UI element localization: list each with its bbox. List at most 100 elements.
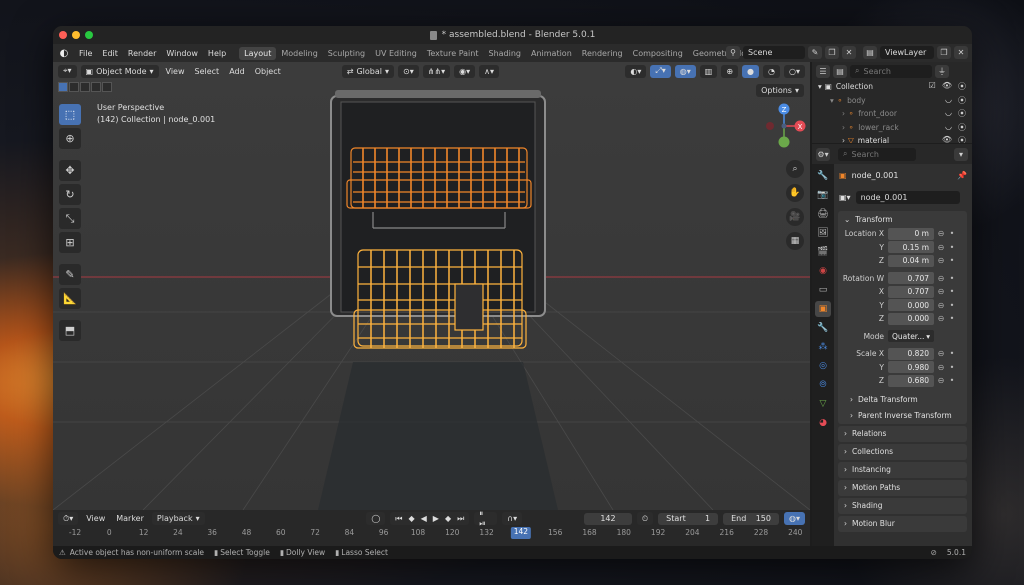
- stopwatch-icon[interactable]: ⏲: [636, 512, 654, 525]
- tab-uv-editing[interactable]: UV Editing: [370, 47, 422, 60]
- outliner-row-collection[interactable]: ▾ ▣ Collection ☑ 👁 ⦿: [812, 80, 972, 94]
- menu-file[interactable]: File: [74, 49, 97, 58]
- scene-tab-icon[interactable]: 🎬: [815, 244, 831, 260]
- keyframe-dot-icon[interactable]: •: [948, 349, 956, 358]
- scale-tool[interactable]: ⤡: [59, 208, 81, 229]
- object-name-field[interactable]: node_0.001: [855, 190, 960, 204]
- xray-toggle-button[interactable]: ▥: [699, 64, 718, 78]
- pin-scene-icon[interactable]: ✎: [808, 46, 822, 59]
- menu-window[interactable]: Window: [161, 49, 203, 58]
- outliner-editor-type-button[interactable]: ☰: [816, 64, 830, 78]
- current-frame-field[interactable]: 142: [583, 512, 632, 525]
- shading-wireframe-button[interactable]: ⊕: [721, 64, 739, 78]
- keyframe-dot-icon[interactable]: •: [948, 243, 956, 252]
- transform-panel-header[interactable]: ⌄ Transform: [838, 211, 967, 227]
- keyframe-dot-icon[interactable]: •: [948, 256, 956, 265]
- object-tab-icon[interactable]: ▣: [815, 301, 831, 317]
- eye-closed-icon[interactable]: ◡: [945, 122, 952, 133]
- delete-scene-icon[interactable]: ✕: [842, 46, 856, 59]
- gizmo-toggle-button[interactable]: ⤢▾: [650, 64, 671, 78]
- pivot-point-button[interactable]: ⊙▾: [398, 64, 419, 78]
- shading-rendered-button[interactable]: ○▾: [784, 64, 805, 78]
- options-dropdown[interactable]: Options ▾: [756, 84, 804, 97]
- viewport-menu-select[interactable]: Select: [192, 67, 223, 76]
- tool-tab-icon[interactable]: 🔧: [815, 168, 831, 184]
- lock-icon[interactable]: ⊖: [934, 314, 948, 323]
- minimize-window-button[interactable]: [72, 31, 80, 39]
- visibility-button[interactable]: ◐▾: [625, 64, 647, 78]
- view-layer-tab-icon[interactable]: 🖼: [815, 225, 831, 241]
- properties-editor-type-button[interactable]: ⚙▾: [816, 147, 830, 161]
- checkbox-icon[interactable]: ☑: [929, 81, 936, 92]
- select-box-tool[interactable]: ⬚: [59, 104, 81, 125]
- timeline-ruler[interactable]: -12 0 12 24 36 48 60 72 84 96 108 120 132 142 156 168 18…: [53, 527, 810, 540]
- collection-tab-icon[interactable]: ▭: [815, 282, 831, 298]
- keyframe-dot-icon[interactable]: •: [948, 376, 956, 385]
- eye-closed-icon[interactable]: ◡: [945, 95, 952, 106]
- outliner-row-front-door[interactable]: › ⚬ front_door ◡ ⦿: [812, 107, 972, 121]
- end-frame-field[interactable]: End 150: [723, 512, 779, 525]
- collections-panel[interactable]: › Collections: [838, 443, 967, 460]
- rotate-tool[interactable]: ↻: [59, 184, 81, 205]
- timeline-menu-view[interactable]: View: [83, 514, 108, 523]
- timeline-view-button[interactable]: ◍▾: [784, 512, 805, 525]
- transform-orientation-dropdown[interactable]: ⇄ Global ▾: [341, 64, 394, 78]
- jump-keyframe-forward-icon[interactable]: ◆: [445, 514, 451, 523]
- lock-icon[interactable]: ⊖: [934, 287, 948, 296]
- 3d-viewport[interactable]: ⌖▾ ▣ Object Mode ▾ View Select Add Objec…: [53, 62, 810, 510]
- navigation-gizmo[interactable]: Z X: [766, 102, 806, 152]
- tab-texture-paint[interactable]: Texture Paint: [422, 47, 484, 60]
- scale-y-field[interactable]: 0.980: [888, 361, 934, 374]
- tab-layout[interactable]: Layout: [239, 46, 277, 60]
- scale-x-field[interactable]: 0.820: [888, 347, 934, 360]
- eye-closed-icon[interactable]: ◡: [945, 108, 952, 119]
- jump-keyframe-back-icon[interactable]: ◆: [408, 514, 414, 523]
- outliner-row-lower-rack[interactable]: › ⚬ lower_rack ◡ ⦿: [812, 121, 972, 135]
- camera-icon[interactable]: 🎥: [786, 208, 804, 226]
- outliner-row-body[interactable]: ▾ ⚬ body ◡ ⦿: [812, 94, 972, 108]
- rotation-y-field[interactable]: 0.000: [888, 299, 934, 312]
- shading-solid-button[interactable]: ●: [742, 64, 760, 78]
- annotate-tool[interactable]: ✎: [59, 264, 81, 285]
- timeline-editor-type-button[interactable]: ⏱▾: [58, 512, 79, 525]
- camera-icon[interactable]: ⦿: [958, 95, 966, 106]
- select-extend-button[interactable]: [69, 82, 79, 92]
- falloff-button[interactable]: ∧▾: [479, 64, 500, 78]
- keyframe-dot-icon[interactable]: •: [948, 314, 956, 323]
- move-tool[interactable]: ✥: [59, 160, 81, 181]
- keyframe-dot-icon[interactable]: •: [948, 363, 956, 372]
- snap-button[interactable]: ⋔⋔▾: [422, 64, 451, 78]
- physics-tab-icon[interactable]: ◎: [815, 358, 831, 374]
- zoom-window-button[interactable]: [85, 31, 93, 39]
- lock-icon[interactable]: ⊖: [934, 274, 948, 283]
- eye-icon[interactable]: 👁: [942, 81, 952, 92]
- lock-icon[interactable]: ⊖: [934, 243, 948, 252]
- properties-options-button[interactable]: ▾: [954, 147, 968, 161]
- eye-icon[interactable]: 👁: [942, 135, 952, 143]
- zoom-icon[interactable]: ⌕: [786, 160, 804, 178]
- rotation-z-field[interactable]: 0.000: [888, 312, 934, 325]
- keyframe-dot-icon[interactable]: •: [948, 287, 956, 296]
- display-mode-button[interactable]: ▤: [833, 64, 847, 78]
- viewport-menu-view[interactable]: View: [163, 67, 188, 76]
- playback-dropdown[interactable]: Playback ▾: [151, 512, 205, 525]
- scene-field[interactable]: Scene: [743, 46, 805, 59]
- auto-keying-button[interactable]: ◯: [366, 512, 386, 525]
- transform-tool[interactable]: ⊞: [59, 232, 81, 253]
- blender-logo-icon[interactable]: ◐: [57, 47, 71, 59]
- world-tab-icon[interactable]: ◉: [815, 263, 831, 279]
- new-view-layer-icon[interactable]: ❐: [937, 46, 951, 59]
- scale-z-field[interactable]: 0.680: [888, 374, 934, 387]
- lock-icon[interactable]: ⊖: [934, 349, 948, 358]
- scene-canvas[interactable]: [53, 62, 810, 510]
- rotation-w-field[interactable]: 0.707: [888, 272, 934, 285]
- menu-help[interactable]: Help: [203, 49, 231, 58]
- render-tab-icon[interactable]: 📷: [815, 187, 831, 203]
- viewport-menu-object[interactable]: Object: [252, 67, 284, 76]
- perspective-grid-icon[interactable]: ▦: [786, 232, 804, 250]
- proportional-edit-button[interactable]: ◉▾: [454, 64, 476, 78]
- menu-render[interactable]: Render: [123, 49, 161, 58]
- view-layer-icon[interactable]: ▤: [863, 46, 877, 59]
- output-tab-icon[interactable]: 🖨: [815, 206, 831, 222]
- new-scene-icon[interactable]: ❐: [825, 46, 839, 59]
